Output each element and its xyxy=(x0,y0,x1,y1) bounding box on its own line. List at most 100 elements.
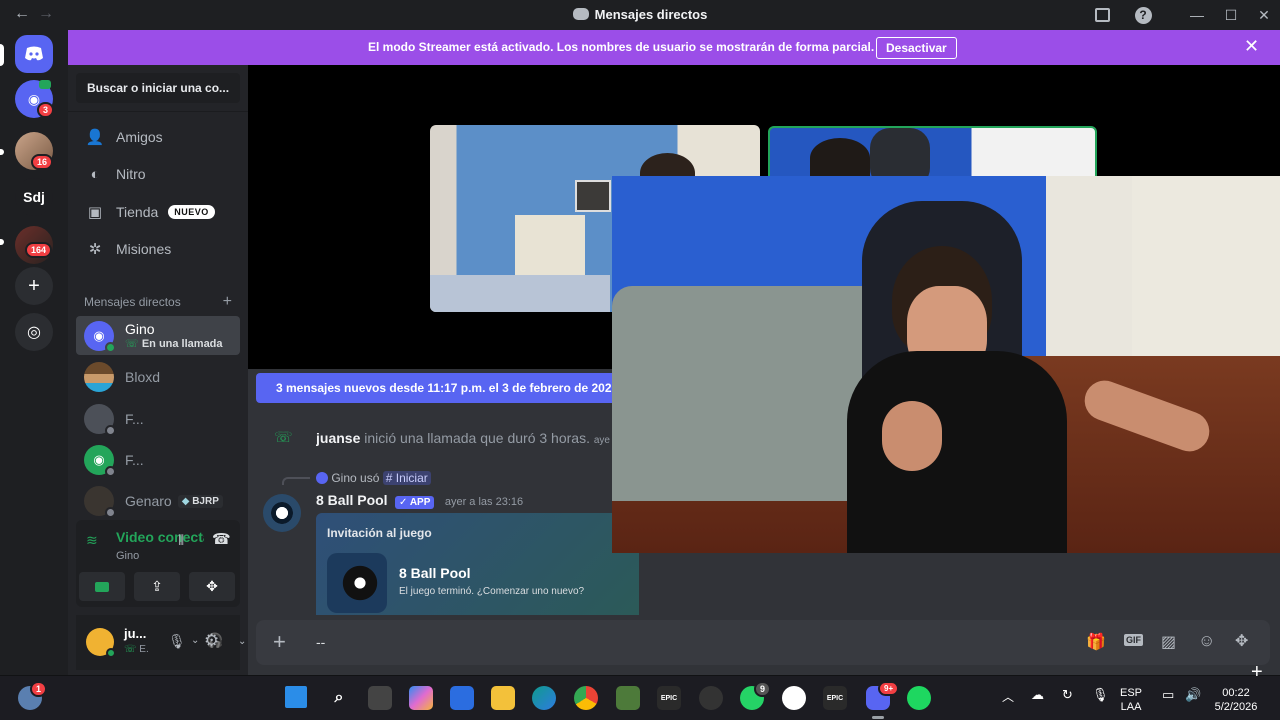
search-icon[interactable]: ⌕ xyxy=(327,686,351,710)
dm-item-genaro[interactable]: Genaro ◆ BJRP xyxy=(76,481,240,521)
share-screen-button[interactable]: ⇪ xyxy=(134,572,180,601)
dm-item-bloxd[interactable]: Bloxd xyxy=(76,357,240,397)
camera-icon xyxy=(95,581,109,592)
tray-mic-icon[interactable]: 🎙 xyxy=(1092,687,1109,703)
clock[interactable]: 00:22 5/2/2026 xyxy=(1212,686,1260,714)
minecraft-icon[interactable] xyxy=(616,686,640,710)
spotify-icon[interactable] xyxy=(907,686,931,710)
tray-chevron-icon[interactable]: ︿ xyxy=(1002,688,1014,705)
whatsapp-icon[interactable]: 9 xyxy=(740,681,772,710)
online-status xyxy=(105,341,116,353)
chevron-down-icon[interactable]: ⌄ xyxy=(238,636,246,647)
epic-games-icon[interactable]: EPIC xyxy=(657,686,681,710)
windows-start-icon[interactable] xyxy=(285,686,307,708)
task-view-icon[interactable] xyxy=(368,686,392,710)
network-icon[interactable]: ▭ xyxy=(1162,687,1174,703)
disable-streamer-button[interactable]: Desactivar xyxy=(876,37,957,59)
server-rail: ◉ 3 16 Sdj 164 + ◎ xyxy=(0,30,68,675)
dm-section-header: Mensajes directos + xyxy=(84,293,232,311)
tray-app-icon[interactable]: ☁ xyxy=(1031,687,1044,703)
microphone-icon[interactable]: 🎙 xyxy=(168,633,186,650)
user-avatar[interactable] xyxy=(86,628,116,658)
nav-nitro[interactable]: ◐ Nitro xyxy=(76,157,240,191)
reply-line: Gino usó # Iniciar xyxy=(316,471,431,485)
discord-logo-icon xyxy=(25,46,43,61)
game-status: El juego terminó. ¿Comenzar uno nuevo? xyxy=(399,586,585,597)
settings-gear-icon[interactable]: ⚙ xyxy=(204,631,219,651)
nav-shop[interactable]: ▣ Tienda NUEVO xyxy=(76,195,240,229)
nav-friends[interactable]: 👤 Amigos xyxy=(76,120,240,154)
disconnect-icon[interactable]: ☎ xyxy=(212,530,231,548)
new-messages-bar[interactable]: 3 mensajes nuevos desde 11:17 p.m. el 3 … xyxy=(256,373,656,403)
obs-icon[interactable] xyxy=(699,686,723,710)
notification-badge: 16 xyxy=(31,154,54,170)
apps-icon[interactable]: ✥ xyxy=(1235,631,1248,651)
close-window-icon[interactable]: ✕ xyxy=(1254,5,1274,25)
offline-status xyxy=(105,507,116,518)
message-composer[interactable]: + -- 🎁 GIF ▨ ☺ ✥ xyxy=(256,620,1270,665)
store-icon[interactable] xyxy=(450,686,474,710)
shop-icon: ▣ xyxy=(87,204,103,221)
call-user[interactable]: juanse xyxy=(316,430,360,446)
maximize-icon[interactable]: ☐ xyxy=(1221,5,1241,25)
app-circle-icon[interactable] xyxy=(782,686,806,710)
create-dm-icon[interactable]: + xyxy=(223,293,232,311)
avatar xyxy=(84,486,116,518)
close-banner-icon[interactable]: ✕ xyxy=(1244,36,1259,57)
inbox-icon[interactable] xyxy=(1092,5,1112,25)
embed-title: Invitación al juego xyxy=(327,526,432,540)
dm-item-f2[interactable]: ◉ F... xyxy=(76,440,240,480)
emoji-icon[interactable]: ☺ xyxy=(1198,631,1215,651)
file-explorer-icon[interactable] xyxy=(491,686,515,710)
server-dm-bot[interactable]: ◉ 3 xyxy=(15,80,55,118)
sticker-icon[interactable]: ▨ xyxy=(1161,632,1176,652)
call-phone-icon: ☏ xyxy=(274,429,293,446)
noise-suppression-icon[interactable]: ⦀ xyxy=(178,532,184,549)
unread-indicator xyxy=(0,149,4,155)
screen-share-icon: ⇪ xyxy=(151,578,163,594)
voice-status[interactable]: Video conectac xyxy=(116,529,204,545)
weather-icon[interactable]: 1 xyxy=(18,681,48,710)
nav-quests[interactable]: ✲ Misiones xyxy=(76,232,240,266)
plus-icon: + xyxy=(28,274,40,297)
discord-taskbar-icon[interactable]: 9+ xyxy=(866,681,900,710)
offline-status xyxy=(105,466,116,477)
copilot-icon[interactable] xyxy=(409,686,433,710)
message-header: 8 Ball Pool ✓ APP ayer a las 23:16 xyxy=(316,492,523,510)
edge-icon[interactable] xyxy=(532,686,556,710)
server-avatar-2[interactable]: 164 xyxy=(15,226,53,264)
minimize-icon[interactable]: — xyxy=(1187,5,1207,25)
search-input[interactable]: Buscar o iniciar una co... xyxy=(76,73,240,103)
username: ju... xyxy=(124,626,147,641)
message-input[interactable]: -- xyxy=(316,634,325,650)
dm-item-gino[interactable]: ◉ Gino ☏ En una llamada xyxy=(76,316,240,355)
activities-button[interactable]: ✥ xyxy=(189,572,235,601)
voice-channel[interactable]: Gino xyxy=(116,550,139,562)
server-sdj[interactable]: Sdj xyxy=(15,178,53,216)
camera-button[interactable] xyxy=(79,572,125,601)
volume-icon[interactable]: 🔊 xyxy=(1185,687,1201,703)
author-name[interactable]: 8 Ball Pool xyxy=(316,492,388,508)
streamer-mode-banner: El modo Streamer está activado. Los nomb… xyxy=(68,30,1280,65)
attach-plus-icon[interactable]: + xyxy=(273,629,286,655)
guild-tag: ◆ BJRP xyxy=(177,494,223,508)
game-icon[interactable] xyxy=(327,553,387,613)
gift-icon[interactable]: 🎁 xyxy=(1086,632,1106,652)
add-server-button[interactable]: + xyxy=(15,267,53,305)
bot-avatar[interactable] xyxy=(263,494,301,532)
epic-games-icon-2[interactable]: EPIC xyxy=(823,686,847,710)
explore-button[interactable]: ◎ xyxy=(15,313,53,351)
discord-logo-icon: ◉ xyxy=(93,452,105,467)
help-icon[interactable]: ? xyxy=(1133,5,1153,25)
dm-item-f1[interactable]: F... xyxy=(76,399,240,439)
chevron-down-icon[interactable]: ⌄ xyxy=(191,635,199,646)
input-language[interactable]: ESP LAA xyxy=(1120,686,1142,714)
home-button[interactable] xyxy=(15,35,53,73)
chrome-icon[interactable] xyxy=(574,686,598,710)
command-link[interactable]: Iniciar xyxy=(396,471,428,485)
gem-icon: ◆ xyxy=(181,495,190,507)
tray-sync-icon[interactable]: ↻ xyxy=(1062,687,1073,703)
gif-icon[interactable]: GIF xyxy=(1124,634,1143,646)
server-avatar-1[interactable]: 16 xyxy=(15,132,54,170)
webcam-overlay xyxy=(612,176,1280,553)
